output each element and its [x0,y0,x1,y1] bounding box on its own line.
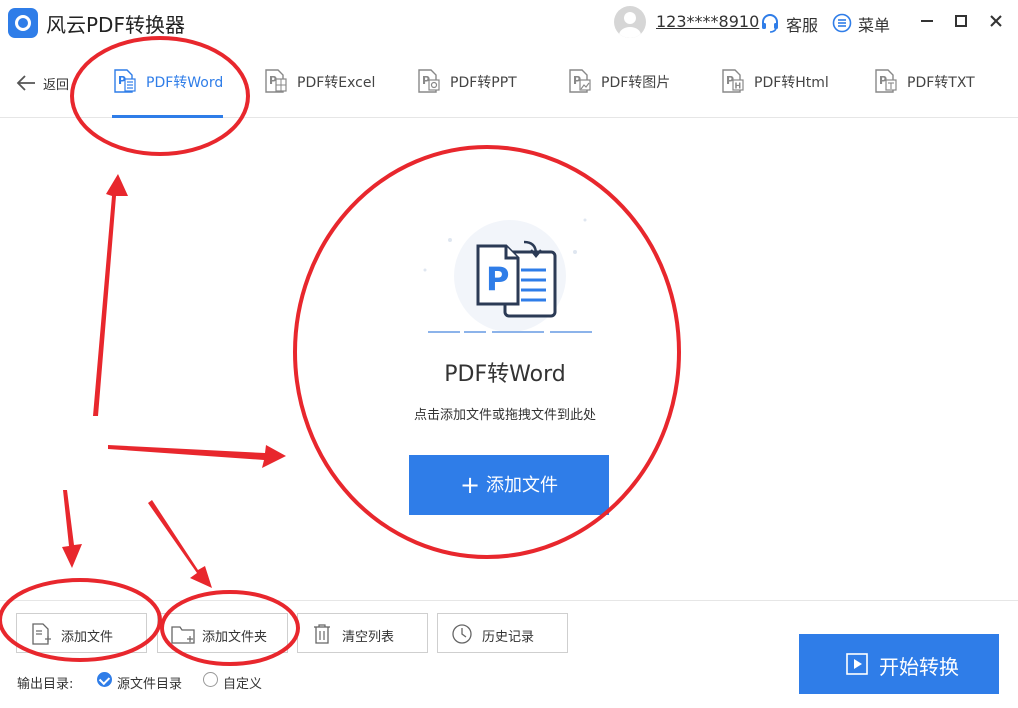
history-label: 历史记录 [482,630,535,645]
back-label: 返回 [43,78,70,93]
add-file-main-label: 添加文件 [486,475,559,496]
radio-custom-dir[interactable] [203,672,218,687]
annotation-arrow-right [108,445,286,468]
add-file-label: 添加文件 [61,630,114,645]
clear-list-label: 清空列表 [342,630,395,645]
add-folder-label: 添加文件夹 [202,630,268,645]
tab-pdf-to-txt[interactable]: P PDF转TXT [873,46,975,118]
drop-zone-hint: 点击添加文件或拖拽文件到此处 [413,408,596,423]
app-logo-icon [8,8,38,38]
play-icon [846,653,868,675]
tab-pdf-to-excel[interactable]: P PDF转Excel [263,46,375,118]
menu-button[interactable]: 菜单 [832,12,890,36]
start-convert-label: 开始转换 [879,655,959,679]
tab-label: PDF转TXT [907,75,975,91]
tab-label: PDF转图片 [601,75,671,91]
tab-pdf-to-word[interactable]: P PDF转Word [112,46,224,118]
add-file-icon [32,623,51,645]
app-title: 风云PDF转换器 [46,13,185,37]
annotation-arrow-up [93,174,128,416]
pdf-ppt-icon: P [418,69,440,93]
plus-icon: + [459,471,481,499]
drop-zone-title: PDF转Word [444,362,566,387]
clear-list-button[interactable]: 清空列表 [297,613,428,653]
pdf-to-word-illustration-icon: P [423,218,592,333]
avatar[interactable] [614,6,646,38]
maximize-icon[interactable] [950,10,972,32]
account-link[interactable]: 123****8910 [656,12,759,31]
add-folder-button[interactable]: 添加文件夹 [157,613,288,653]
add-file-main-button[interactable]: + 添加文件 [409,455,609,515]
pdf-excel-icon: P [265,69,287,93]
start-convert-button[interactable]: 开始转换 [799,634,999,694]
pdf-txt-icon: P [875,69,897,93]
menu-icon [832,13,852,33]
bottom-toolbar: 添加文件 添加文件夹 清空列表 历史记录 输出目录: 源文件目录 自定义 开始转… [0,600,1018,708]
add-file-button[interactable]: 添加文件 [16,613,147,653]
source-dir-label[interactable]: 源文件目录 [117,673,182,692]
svg-text:H: H [735,82,742,91]
svg-text:P: P [486,260,509,298]
clock-icon [452,624,472,644]
customer-service-button[interactable]: 客服 [760,12,818,36]
menu-label: 菜单 [858,16,891,35]
minimize-icon[interactable] [916,10,938,32]
customer-service-label: 客服 [786,16,819,35]
pdf-html-icon: P H [722,69,744,93]
tab-pdf-to-html[interactable]: P H PDF转Html [720,46,829,118]
pdf-image-icon: P [569,69,591,93]
app-window: 风云PDF转换器 123****8910 客服 菜单 返回 P PDF转Word… [0,0,1018,708]
tab-label: PDF转PPT [450,75,517,91]
output-dir-label: 输出目录: [17,677,74,692]
tab-bar: 返回 P PDF转Word P PDF转Excel P PDF转PPT P PD… [0,46,1018,118]
history-button[interactable]: 历史记录 [437,613,568,653]
arrow-left-icon [16,75,35,91]
tab-label: PDF转Word [146,75,224,91]
trash-icon [314,624,330,644]
add-folder-icon [171,626,195,644]
title-bar: 风云PDF转换器 123****8910 客服 菜单 [0,0,1018,46]
tab-pdf-to-image[interactable]: P PDF转图片 [567,46,670,118]
pdf-word-icon: P [114,69,136,93]
custom-dir-label[interactable]: 自定义 [223,673,262,692]
annotation-arrow-down-1 [62,490,82,568]
radio-source-dir[interactable] [97,672,112,687]
close-icon[interactable] [985,10,1007,32]
back-button[interactable]: 返回 [16,74,69,93]
headset-icon [762,14,778,33]
file-drop-zone[interactable]: P PDF转Word 点击添加文件或拖拽文件到此处 + 添加文件 [300,160,710,540]
tab-label: PDF转Excel [297,75,376,91]
tab-pdf-to-ppt[interactable]: P PDF转PPT [416,46,517,118]
tab-label: PDF转Html [754,75,829,91]
annotation-arrow-down-2 [148,500,212,588]
